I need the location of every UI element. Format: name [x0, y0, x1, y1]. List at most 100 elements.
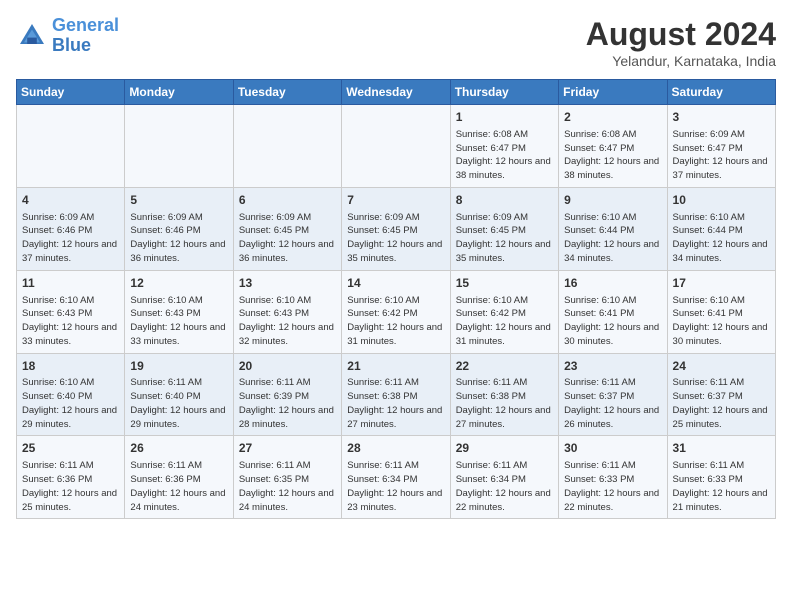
- day-number: 29: [456, 440, 553, 457]
- day-number: 19: [130, 358, 227, 375]
- logo-text: General Blue: [52, 16, 119, 56]
- calendar-cell: 3 Sunrise: 6:09 AM Sunset: 6:47 PM Daylig…: [667, 105, 775, 188]
- calendar-cell: 26Sunrise: 6:11 AM Sunset: 6:36 PM Dayli…: [125, 436, 233, 519]
- day-number: 2: [564, 109, 661, 126]
- calendar-cell: 12Sunrise: 6:10 AM Sunset: 6:43 PM Dayli…: [125, 270, 233, 353]
- calendar-cell: [342, 105, 450, 188]
- day-number: 22: [456, 358, 553, 375]
- day-number: 6: [239, 192, 336, 209]
- day-number: 4: [22, 192, 119, 209]
- calendar-cell: 30 Sunrise: 6:11 AM Sunset: 6:33 PM Dayli…: [559, 436, 667, 519]
- calendar-cell: 29 Sunrise: 6:11 AM Sunset: 6:34 PM Dayli…: [450, 436, 558, 519]
- calendar-cell: 22Sunrise: 6:11 AM Sunset: 6:38 PM Dayli…: [450, 353, 558, 436]
- day-number: 30: [564, 440, 661, 457]
- day-detail: Sunrise: 6:08 AM Sunset: 6:47 PM Dayligh…: [564, 128, 661, 183]
- day-detail: Sunrise: 6:11 AM Sunset: 6:34 PM Dayligh…: [456, 459, 553, 514]
- calendar-cell: 5Sunrise: 6:09 AM Sunset: 6:46 PM Daylig…: [125, 187, 233, 270]
- day-detail: Sunrise: 6:10 AM Sunset: 6:41 PM Dayligh…: [673, 294, 770, 349]
- calendar-cell: 2 Sunrise: 6:08 AM Sunset: 6:47 PM Daylig…: [559, 105, 667, 188]
- calendar-week-2: 4 Sunrise: 6:09 AM Sunset: 6:46 PM Daylig…: [17, 187, 776, 270]
- logo-icon: [16, 20, 48, 52]
- calendar-cell: 19Sunrise: 6:11 AM Sunset: 6:40 PM Dayli…: [125, 353, 233, 436]
- header-cell-friday: Friday: [559, 80, 667, 105]
- day-detail: Sunrise: 6:10 AM Sunset: 6:43 PM Dayligh…: [239, 294, 336, 349]
- day-number: 13: [239, 275, 336, 292]
- day-number: 28: [347, 440, 444, 457]
- calendar-cell: 16Sunrise: 6:10 AM Sunset: 6:41 PM Dayli…: [559, 270, 667, 353]
- day-detail: Sunrise: 6:11 AM Sunset: 6:39 PM Dayligh…: [239, 376, 336, 431]
- header-cell-monday: Monday: [125, 80, 233, 105]
- logo-general: General: [52, 15, 119, 35]
- day-number: 5: [130, 192, 227, 209]
- logo: General Blue: [16, 16, 119, 56]
- day-detail: Sunrise: 6:11 AM Sunset: 6:38 PM Dayligh…: [456, 376, 553, 431]
- day-detail: Sunrise: 6:10 AM Sunset: 6:44 PM Dayligh…: [564, 211, 661, 266]
- calendar-cell: 14 Sunrise: 6:10 AM Sunset: 6:42 PM Dayli…: [342, 270, 450, 353]
- calendar-cell: 4 Sunrise: 6:09 AM Sunset: 6:46 PM Daylig…: [17, 187, 125, 270]
- header-cell-tuesday: Tuesday: [233, 80, 341, 105]
- calendar-cell: 28Sunrise: 6:11 AM Sunset: 6:34 PM Dayli…: [342, 436, 450, 519]
- calendar-cell: 1 Sunrise: 6:08 AM Sunset: 6:47 PM Daylig…: [450, 105, 558, 188]
- day-detail: Sunrise: 6:09 AM Sunset: 6:46 PM Dayligh…: [22, 211, 119, 266]
- main-title: August 2024: [586, 16, 776, 53]
- subtitle: Yelandur, Karnataka, India: [586, 53, 776, 69]
- day-number: 3: [673, 109, 770, 126]
- day-detail: Sunrise: 6:09 AM Sunset: 6:45 PM Dayligh…: [239, 211, 336, 266]
- day-detail: Sunrise: 6:09 AM Sunset: 6:45 PM Dayligh…: [456, 211, 553, 266]
- calendar-cell: 25 Sunrise: 6:11 AM Sunset: 6:36 PM Dayli…: [17, 436, 125, 519]
- header-cell-thursday: Thursday: [450, 80, 558, 105]
- calendar-week-1: 1 Sunrise: 6:08 AM Sunset: 6:47 PM Daylig…: [17, 105, 776, 188]
- day-detail: Sunrise: 6:10 AM Sunset: 6:42 PM Dayligh…: [347, 294, 444, 349]
- day-number: 14: [347, 275, 444, 292]
- calendar-table: SundayMondayTuesdayWednesdayThursdayFrid…: [16, 79, 776, 519]
- header-cell-wednesday: Wednesday: [342, 80, 450, 105]
- header-cell-saturday: Saturday: [667, 80, 775, 105]
- day-detail: Sunrise: 6:10 AM Sunset: 6:43 PM Dayligh…: [22, 294, 119, 349]
- calendar-cell: 9Sunrise: 6:10 AM Sunset: 6:44 PM Daylig…: [559, 187, 667, 270]
- calendar-cell: [17, 105, 125, 188]
- day-detail: Sunrise: 6:10 AM Sunset: 6:40 PM Dayligh…: [22, 376, 119, 431]
- calendar-cell: 17 Sunrise: 6:10 AM Sunset: 6:41 PM Dayli…: [667, 270, 775, 353]
- calendar-cell: 6 Sunrise: 6:09 AM Sunset: 6:45 PM Daylig…: [233, 187, 341, 270]
- calendar-header: SundayMondayTuesdayWednesdayThursdayFrid…: [17, 80, 776, 105]
- day-number: 1: [456, 109, 553, 126]
- day-detail: Sunrise: 6:08 AM Sunset: 6:47 PM Dayligh…: [456, 128, 553, 183]
- day-number: 18: [22, 358, 119, 375]
- calendar-week-3: 11 Sunrise: 6:10 AM Sunset: 6:43 PM Dayli…: [17, 270, 776, 353]
- calendar-cell: 15Sunrise: 6:10 AM Sunset: 6:42 PM Dayli…: [450, 270, 558, 353]
- calendar-cell: [233, 105, 341, 188]
- day-number: 17: [673, 275, 770, 292]
- day-number: 24: [673, 358, 770, 375]
- calendar-cell: 23Sunrise: 6:11 AM Sunset: 6:37 PM Dayli…: [559, 353, 667, 436]
- day-detail: Sunrise: 6:10 AM Sunset: 6:42 PM Dayligh…: [456, 294, 553, 349]
- calendar-cell: 18Sunrise: 6:10 AM Sunset: 6:40 PM Dayli…: [17, 353, 125, 436]
- day-detail: Sunrise: 6:11 AM Sunset: 6:33 PM Dayligh…: [564, 459, 661, 514]
- calendar-cell: 13 Sunrise: 6:10 AM Sunset: 6:43 PM Dayli…: [233, 270, 341, 353]
- calendar-cell: 20Sunrise: 6:11 AM Sunset: 6:39 PM Dayli…: [233, 353, 341, 436]
- day-detail: Sunrise: 6:11 AM Sunset: 6:35 PM Dayligh…: [239, 459, 336, 514]
- day-detail: Sunrise: 6:11 AM Sunset: 6:40 PM Dayligh…: [130, 376, 227, 431]
- day-number: 25: [22, 440, 119, 457]
- logo-blue: Blue: [52, 35, 91, 55]
- day-number: 31: [673, 440, 770, 457]
- day-number: 21: [347, 358, 444, 375]
- day-number: 12: [130, 275, 227, 292]
- page-header: General Blue August 2024 Yelandur, Karna…: [16, 16, 776, 69]
- day-detail: Sunrise: 6:10 AM Sunset: 6:44 PM Dayligh…: [673, 211, 770, 266]
- day-number: 26: [130, 440, 227, 457]
- calendar-body: 1 Sunrise: 6:08 AM Sunset: 6:47 PM Daylig…: [17, 105, 776, 519]
- day-detail: Sunrise: 6:11 AM Sunset: 6:36 PM Dayligh…: [22, 459, 119, 514]
- day-detail: Sunrise: 6:11 AM Sunset: 6:37 PM Dayligh…: [673, 376, 770, 431]
- day-detail: Sunrise: 6:11 AM Sunset: 6:33 PM Dayligh…: [673, 459, 770, 514]
- calendar-week-4: 18Sunrise: 6:10 AM Sunset: 6:40 PM Dayli…: [17, 353, 776, 436]
- day-number: 23: [564, 358, 661, 375]
- header-row: SundayMondayTuesdayWednesdayThursdayFrid…: [17, 80, 776, 105]
- calendar-cell: 7Sunrise: 6:09 AM Sunset: 6:45 PM Daylig…: [342, 187, 450, 270]
- calendar-cell: 24Sunrise: 6:11 AM Sunset: 6:37 PM Dayli…: [667, 353, 775, 436]
- day-number: 10: [673, 192, 770, 209]
- day-detail: Sunrise: 6:09 AM Sunset: 6:47 PM Dayligh…: [673, 128, 770, 183]
- calendar-cell: 31 Sunrise: 6:11 AM Sunset: 6:33 PM Dayli…: [667, 436, 775, 519]
- calendar-cell: [125, 105, 233, 188]
- day-number: 11: [22, 275, 119, 292]
- day-number: 27: [239, 440, 336, 457]
